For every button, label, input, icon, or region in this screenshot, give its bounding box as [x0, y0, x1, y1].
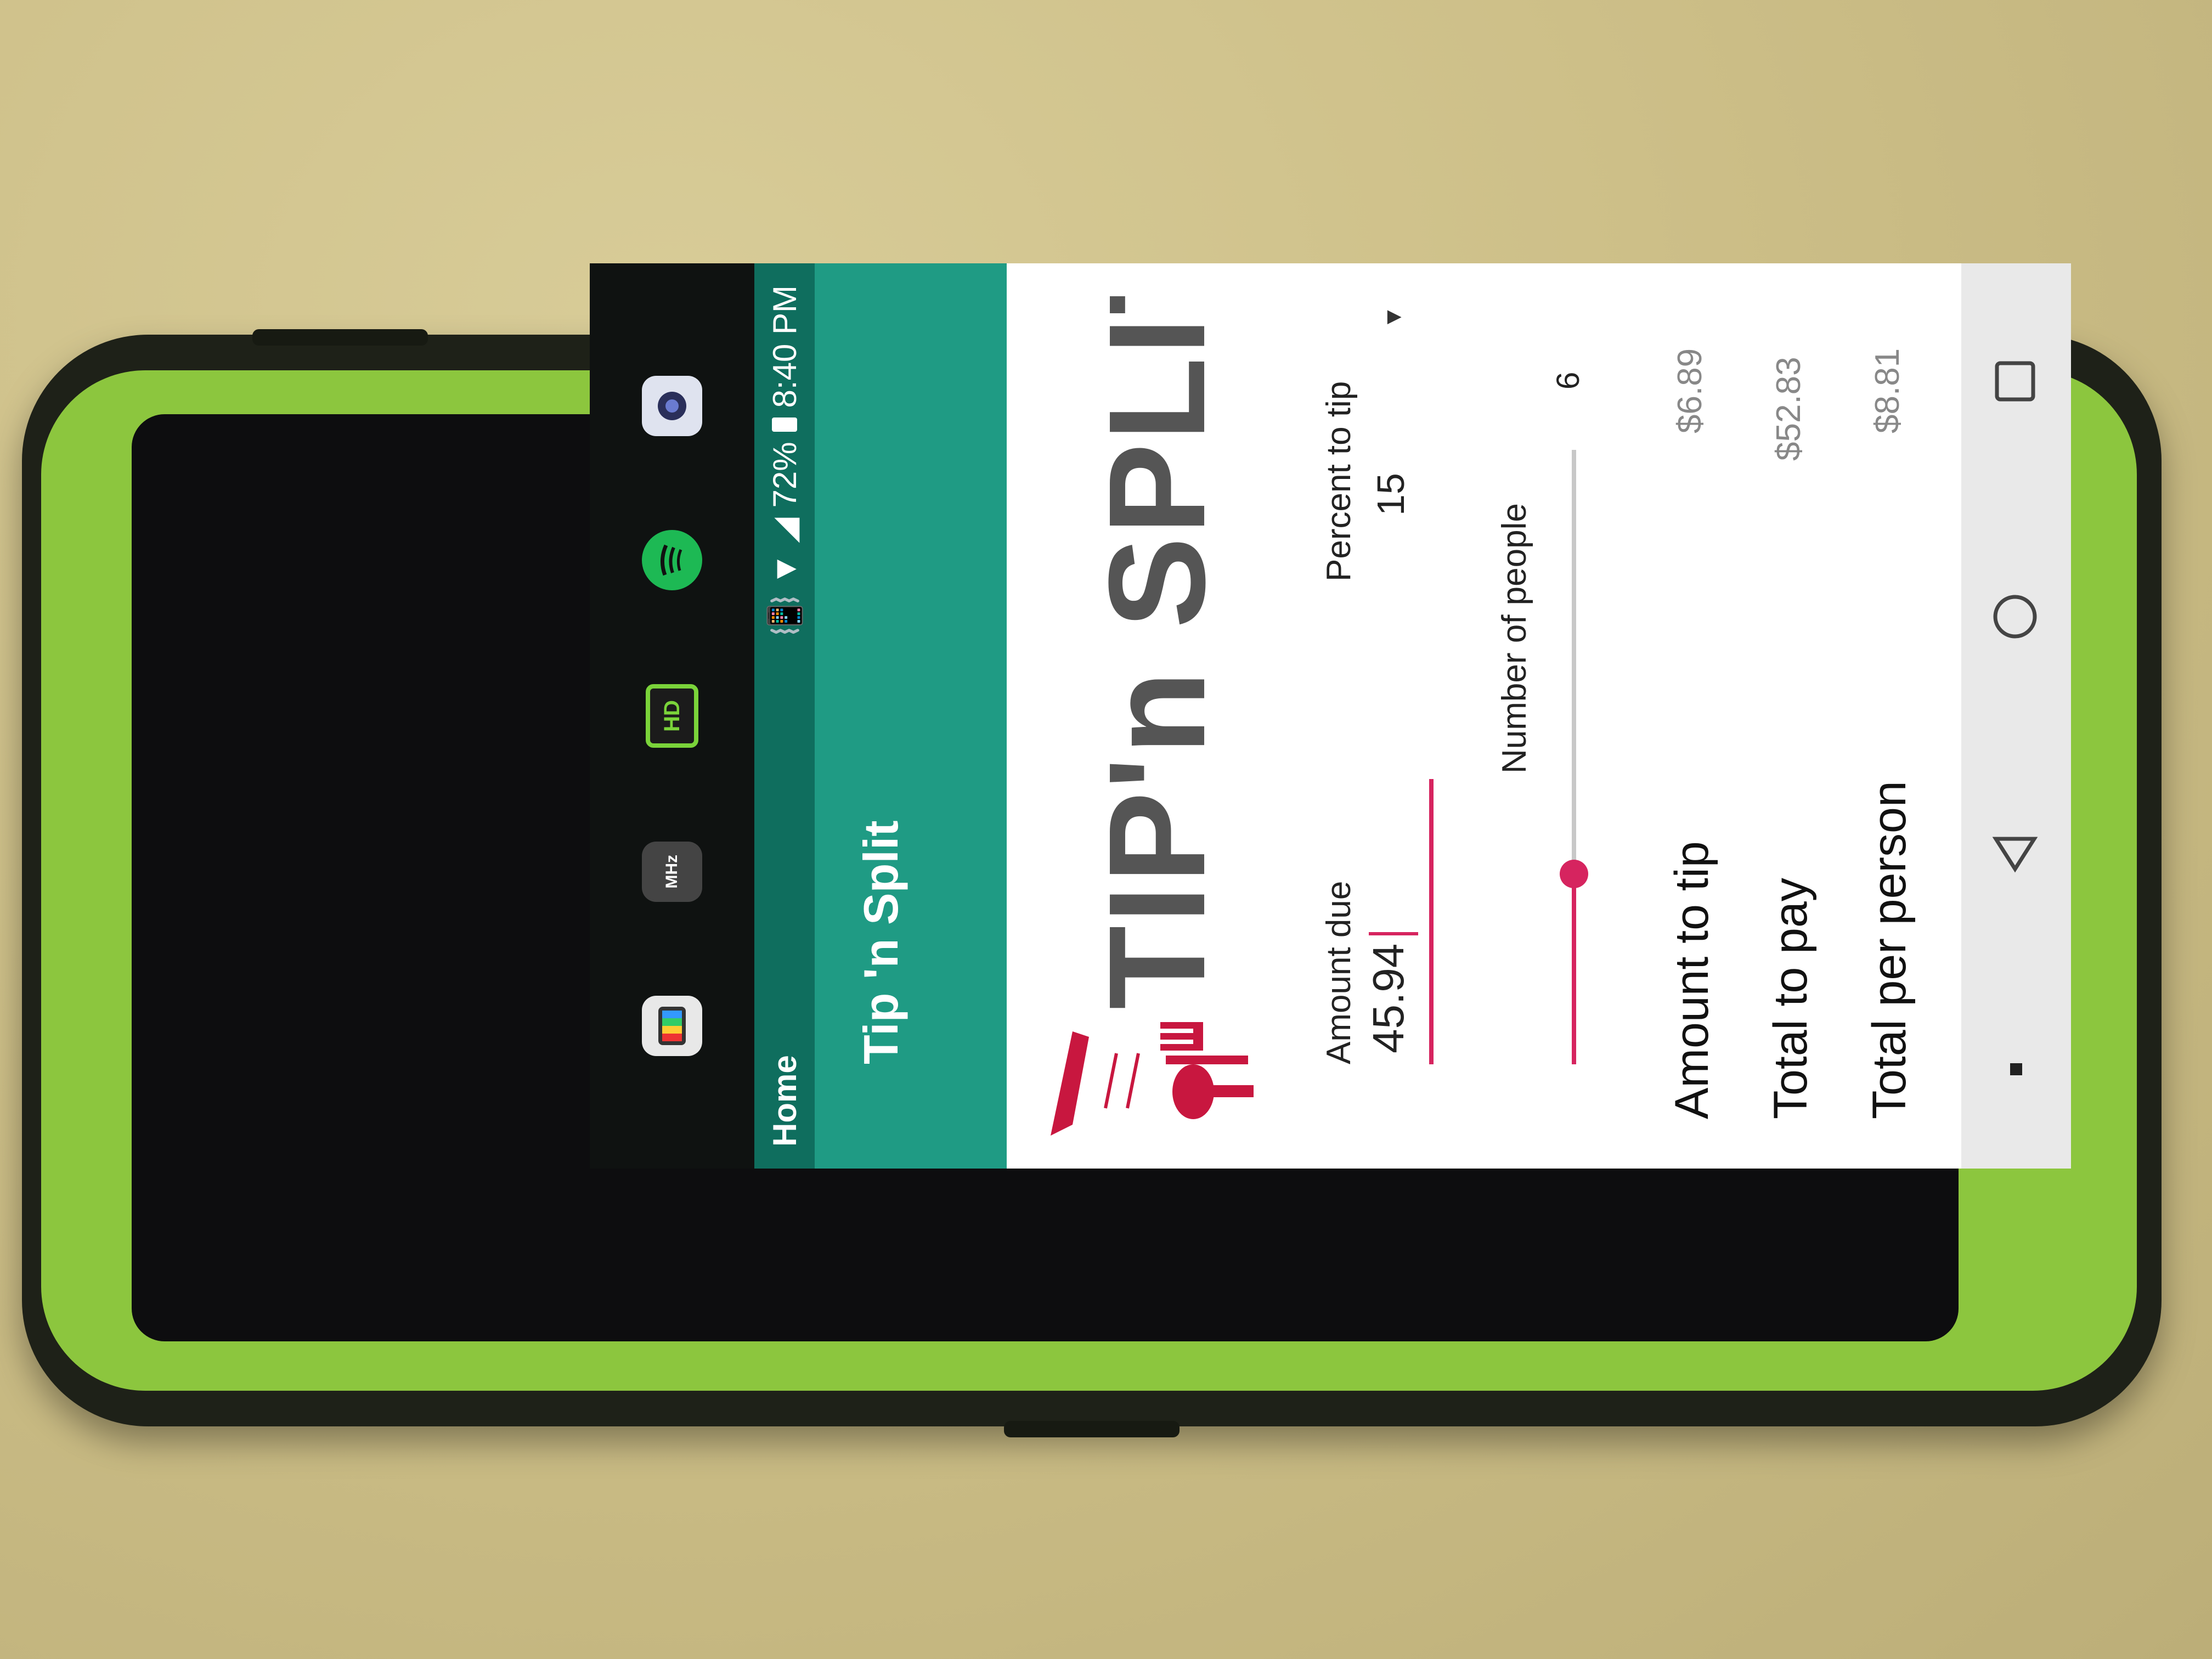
amount-due-underline [1429, 779, 1434, 1064]
total-to-pay-value: $52.83 [1770, 357, 1808, 461]
cutlery-logo-icon [1051, 1022, 1254, 1136]
camera-icon[interactable] [642, 376, 702, 437]
total-per-person-value: $8.81 [1869, 348, 1906, 433]
battery-icon [772, 417, 797, 432]
number-of-people-value: 6 [1550, 371, 1586, 390]
recents-icon[interactable] [1990, 357, 2042, 406]
total-to-pay-label: Total to pay [1764, 878, 1817, 1119]
amount-to-tip-label: Amount to tip [1666, 841, 1718, 1119]
people-slider-track[interactable] [1560, 450, 1588, 1064]
mhz-radio-icon[interactable]: MHz [642, 841, 702, 902]
back-icon[interactable] [1990, 828, 2042, 877]
percent-to-tip-select[interactable]: 15 [1369, 473, 1413, 516]
second-screen: MHz HD [590, 263, 754, 1169]
phone-screen: MHz HD Home 📳 ▼ ◢ 72% 8:40 PM Tip 'n Spl… [590, 263, 2071, 1169]
signal-icon: ◢ [766, 517, 803, 543]
tip-n-split-logo: TIP'n SPLIT [1051, 296, 1254, 1136]
status-bar: Home 📳 ▼ ◢ 72% 8:40 PM [754, 263, 815, 1169]
text-cursor [1369, 932, 1418, 935]
percent-to-tip-label: Percent to tip [1320, 381, 1358, 582]
hd-icon[interactable]: HD [646, 684, 698, 748]
amount-to-tip-value: $6.89 [1671, 348, 1709, 433]
wifi-icon: ▼ [766, 552, 803, 586]
total-per-person-label: Total per person [1863, 781, 1916, 1119]
page-title: Tip 'n Split [854, 820, 908, 1064]
amount-due-label: Amount due [1320, 881, 1358, 1064]
carrier-label: Home [766, 1055, 803, 1147]
battery-percent: 72% [766, 442, 803, 508]
app-toolbar: Tip 'n Split [815, 263, 1007, 1169]
people-slider-thumb[interactable] [1560, 859, 1588, 888]
clock: 8:40 PM [766, 285, 803, 408]
people-slider-fill [1572, 873, 1576, 1064]
number-of-people-label: Number of people [1496, 503, 1533, 774]
amount-due-input[interactable]: 45.94 [1363, 944, 1414, 1053]
dropdown-arrow-icon[interactable]: ▼ [1380, 305, 1407, 329]
home-icon[interactable] [1990, 592, 2042, 641]
tv-app-icon[interactable] [642, 995, 702, 1056]
side-button-bottom [1004, 1421, 1180, 1437]
spotify-icon[interactable] [642, 530, 702, 591]
menu-dot-icon [2010, 1063, 2022, 1076]
volume-button [252, 329, 428, 346]
navigation-bar [1961, 263, 2071, 1169]
logo-wordmark: TIP'n SPLIT [1080, 296, 1233, 1009]
vibrate-icon: 📳 [766, 595, 803, 636]
